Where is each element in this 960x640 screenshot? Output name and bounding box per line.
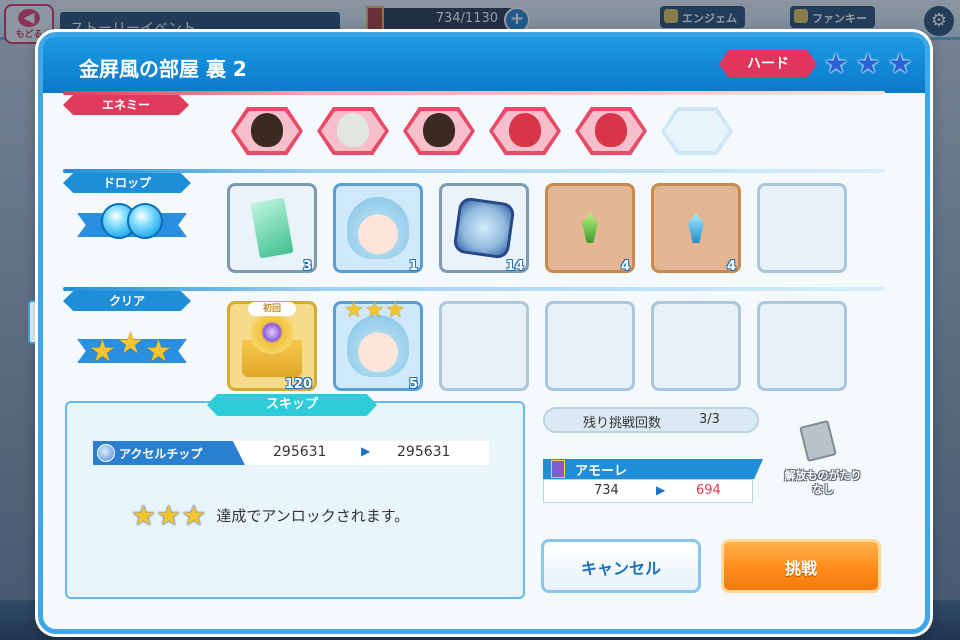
accel-chip-icon — [97, 444, 115, 462]
clear-reward-slot[interactable]: 初回 120 — [227, 301, 317, 392]
blue-crystal-icon — [688, 213, 704, 243]
amore-cost: アモーレ 734 ▶ 694 — [543, 459, 763, 503]
skip-section-label: スキップ — [207, 394, 377, 416]
clear-ribbon: ★ ★ ★ — [77, 327, 187, 373]
amore-label: アモーレ — [543, 459, 763, 479]
star-icon: ★ — [181, 499, 207, 532]
enemy-slot-empty — [661, 107, 733, 155]
enemy-mask-icon — [337, 113, 369, 147]
unlock-text: 達成でアンロックされます。 — [216, 507, 410, 525]
remaining-value: 3/3 — [699, 412, 720, 427]
enemy-slot[interactable] — [403, 107, 475, 155]
difficulty-badge: ハード — [719, 50, 817, 78]
accel-chip-before: 295631 — [273, 444, 327, 460]
amore-before: 734 — [594, 483, 619, 498]
star-icon: ★ — [364, 298, 385, 323]
skip-panel: スキップ アクセルチップ 295631 ▶ 295631 ★ ★ ★ 達成でアン… — [65, 394, 525, 599]
clear-reward-slot-empty — [651, 301, 741, 391]
memory-card-icon — [250, 197, 294, 259]
star-icon: ★ — [855, 47, 881, 80]
star-icon: ★ — [89, 334, 116, 369]
enemy-slot[interactable] — [575, 107, 647, 155]
enemy-slot[interactable] — [231, 107, 303, 155]
clear-reward-slot[interactable]: ★ ★ ★ 5 — [333, 300, 423, 392]
item-count: 4 — [726, 259, 736, 274]
stage-star-rating: ★ ★ ★ — [821, 49, 915, 79]
star-icon: ★ — [156, 499, 182, 532]
drop-slot[interactable]: 4 — [545, 183, 635, 274]
drop-slot-empty — [757, 183, 847, 273]
item-count: 14 — [505, 259, 524, 274]
item-count: 5 — [408, 377, 418, 392]
clear-divider — [63, 287, 885, 291]
clear-reward-slot-empty — [545, 301, 635, 391]
star-icon: ★ — [823, 47, 849, 80]
rarity-stars: ★ ★ ★ — [344, 300, 405, 322]
star-icon: ★ — [344, 298, 364, 323]
remaining-label: 残り挑戦回数 — [583, 416, 662, 431]
enemy-samurai-icon — [251, 113, 283, 147]
enemy-slot[interactable] — [317, 107, 389, 155]
star-icon: ★ — [131, 499, 157, 532]
skip-unlock-note: ★ ★ ★ 達成でアンロックされます。 — [131, 499, 409, 532]
drop-section-label: ドロップ — [63, 173, 191, 193]
enemy-samurai-icon — [423, 113, 455, 147]
clear-reward-slot-empty — [439, 301, 529, 391]
star-icon: ★ — [117, 326, 144, 361]
accel-chip-after: 295631 — [397, 444, 451, 460]
drop-slot[interactable]: 3 — [227, 183, 317, 274]
item-count: 1 — [408, 259, 418, 274]
item-count: 120 — [284, 377, 312, 392]
star-icon: ★ — [887, 47, 913, 80]
drop-slot[interactable]: 1 — [333, 183, 423, 274]
dolphin-plate-icon — [452, 196, 516, 260]
golden-fan-jewel-icon — [242, 315, 302, 377]
remaining-attempts: 残り挑戦回数 3/3 — [543, 407, 759, 433]
character-portrait-icon — [347, 197, 409, 259]
amore-after: 694 — [696, 483, 721, 498]
enemy-fish-icon — [509, 113, 541, 147]
accel-chip-label: アクセルチップ — [93, 441, 245, 465]
enemy-fish-icon — [595, 113, 627, 147]
orb-icon — [127, 203, 163, 239]
drop-slot[interactable]: 4 — [651, 183, 741, 274]
dialog-header: 金屏風の部屋 裏 2 ハード ★ ★ ★ — [43, 37, 925, 93]
clear-section-label: クリア — [63, 291, 191, 311]
enemy-divider — [63, 91, 885, 95]
accel-chip-cost-row: アクセルチップ 295631 ▶ 295631 — [93, 441, 489, 465]
stage-info-dialog: 金屏風の部屋 裏 2 ハード ★ ★ ★ エネミー ドロップ 3 1 14 4 4 クリ… — [38, 32, 930, 634]
cancel-button[interactable]: キャンセル — [541, 539, 701, 593]
enemy-slot[interactable] — [489, 107, 561, 155]
arrow-right-icon: ▶ — [361, 444, 371, 458]
green-crystal-icon — [582, 213, 598, 243]
first-clear-badge: 初回 — [248, 302, 296, 316]
drop-divider — [63, 169, 885, 173]
unlock-story-label: 解放ものがたり なし — [784, 469, 862, 496]
enemy-section-label: エネミー — [63, 95, 189, 115]
star-icon: ★ — [385, 298, 406, 323]
arrow-right-icon: ▶ — [656, 483, 666, 497]
character-portrait-icon — [347, 315, 409, 377]
amore-book-icon — [551, 460, 565, 478]
challenge-button[interactable]: 挑戦 — [721, 539, 881, 593]
drop-ribbon — [77, 201, 187, 247]
item-count: 4 — [620, 259, 630, 274]
stage-title: 金屏風の部屋 裏 2 — [79, 57, 247, 81]
star-icon: ★ — [145, 334, 172, 369]
clear-reward-slot-empty — [757, 301, 847, 391]
drop-slot[interactable]: 14 — [439, 183, 529, 274]
story-book-icon — [799, 419, 837, 463]
item-count: 3 — [302, 259, 312, 274]
